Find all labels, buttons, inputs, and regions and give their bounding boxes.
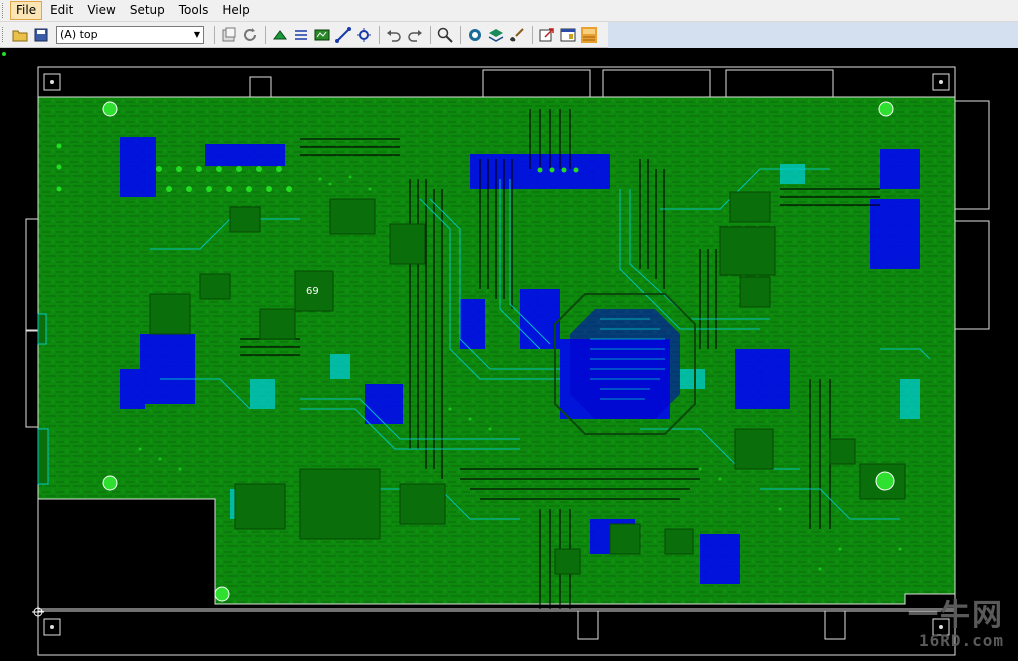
toolbar-separator	[379, 25, 380, 44]
bga-inner	[570, 309, 680, 419]
watermark-url: 16RD.com	[918, 631, 1004, 650]
pads-logo-icon[interactable]	[579, 25, 599, 45]
export-icon[interactable]	[537, 25, 557, 45]
toolbar-separator	[460, 25, 461, 44]
component-label: 69	[306, 286, 319, 297]
pcb-board-drawing	[2, 52, 990, 656]
chevron-down-icon: ▼	[193, 30, 200, 39]
undo-icon[interactable]	[384, 25, 404, 45]
menu-grip	[2, 3, 6, 18]
save-icon[interactable]	[31, 25, 51, 45]
toolbar-grip	[2, 27, 6, 42]
via-icon[interactable]	[354, 25, 374, 45]
toolbar-separator	[214, 25, 215, 44]
refresh-icon[interactable]	[240, 25, 260, 45]
menu-view[interactable]: View	[81, 1, 121, 20]
redo-icon[interactable]	[405, 25, 425, 45]
window-icon[interactable]	[558, 25, 578, 45]
menu-setup[interactable]: Setup	[124, 1, 171, 20]
line-icon[interactable]	[333, 25, 353, 45]
cursor-dot	[2, 52, 6, 56]
brush-icon[interactable]	[507, 25, 527, 45]
open-folder-icon[interactable]	[10, 25, 30, 45]
toolbar: (A) top ▼	[0, 22, 608, 48]
toolbar-separator	[532, 25, 533, 44]
watermark: 一牛网 16RD.com	[908, 600, 1004, 650]
route-icon[interactable]	[291, 25, 311, 45]
sketch-icon[interactable]	[312, 25, 332, 45]
layer-select-value: (A) top	[60, 28, 98, 41]
add-component-icon[interactable]	[270, 25, 290, 45]
layers-icon[interactable]	[486, 25, 506, 45]
toolbar-background-strip	[608, 22, 1018, 48]
menu-help[interactable]: Help	[216, 1, 255, 20]
toolbar-separator	[430, 25, 431, 44]
menu-edit[interactable]: Edit	[44, 1, 79, 20]
zoom-icon[interactable]	[435, 25, 455, 45]
pcb-canvas[interactable]: 69	[0, 49, 1018, 657]
origin-marker	[32, 606, 44, 618]
menu-tools[interactable]: Tools	[173, 1, 215, 20]
properties-icon[interactable]	[219, 25, 239, 45]
board-view-icon[interactable]	[465, 25, 485, 45]
menu-file[interactable]: File	[10, 1, 43, 20]
board-outline-bottom	[37, 610, 956, 656]
layer-select[interactable]: (A) top ▼	[56, 25, 204, 44]
watermark-logo-text: 一牛网	[908, 598, 1004, 633]
menu-bar: File Edit View Setup Tools Help	[0, 0, 1018, 22]
toolbar-separator	[265, 25, 266, 44]
